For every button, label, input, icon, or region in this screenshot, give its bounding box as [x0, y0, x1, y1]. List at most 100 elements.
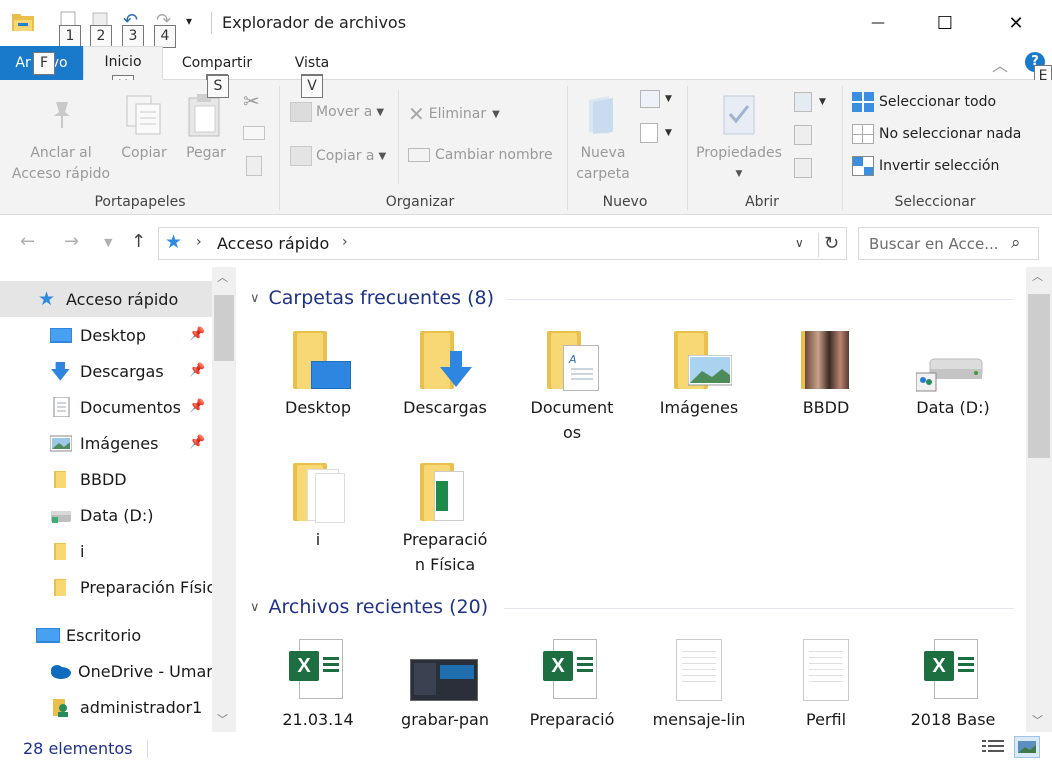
pin-icon[interactable]: 📌: [189, 435, 205, 450]
nav-item-documents[interactable]: Documentos: [0, 389, 212, 425]
nav-item-data-d[interactable]: Data (D:): [0, 497, 212, 533]
new-folder-button[interactable]: Nueva carpeta: [572, 143, 634, 185]
section-collapse-chevron-icon[interactable]: ∨: [250, 291, 260, 306]
folder-app-icon[interactable]: [12, 12, 34, 32]
new-item-icon: [640, 90, 660, 108]
easy-access-button[interactable]: ▼: [640, 123, 672, 143]
nav-item-escritorio[interactable]: Escritorio: [0, 617, 212, 653]
pin-icon[interactable]: 📌: [189, 399, 205, 414]
recent-files-header[interactable]: ∨ Archivos recientes (20): [250, 596, 488, 618]
recent-locations-chevron-icon[interactable]: ▼: [104, 236, 112, 249]
frequent-folder-bbdd[interactable]: BBDD: [771, 325, 881, 420]
nav-item-preparacion-fisica[interactable]: Preparación Física: [0, 569, 212, 605]
nav-item-onedrive[interactable]: OneDrive - Umar: [0, 653, 212, 689]
nav-item-label: i: [80, 541, 85, 561]
paste-shortcut-icon[interactable]: [246, 156, 262, 176]
properties-button[interactable]: Propiedades ▼: [692, 143, 786, 185]
downloads-folder-icon: [390, 325, 500, 395]
nav-item-bbdd[interactable]: BBDD: [0, 461, 212, 497]
qat-customize-icon[interactable]: ▾: [186, 14, 192, 28]
text-file-icon: [644, 635, 754, 707]
history-icon[interactable]: [794, 158, 812, 178]
pin-icon[interactable]: 📌: [189, 327, 205, 342]
breadcrumb-quick-access[interactable]: Acceso rápido: [217, 234, 329, 253]
pin-quick-access-button[interactable]: Anclar al Acceso rápido: [8, 143, 114, 185]
search-icon[interactable]: ⌕: [1011, 233, 1021, 253]
nav-item-downloads[interactable]: 🡇 Descargas: [0, 353, 212, 389]
tab-file-label-start: Ar: [15, 55, 31, 71]
section-collapse-chevron-icon[interactable]: ∨: [250, 600, 260, 615]
tile-label: 21.03.14: [282, 710, 354, 729]
pin-icon[interactable]: 📌: [189, 363, 205, 378]
refresh-icon[interactable]: ↻: [818, 233, 844, 257]
frequent-folders-header[interactable]: ∨ Carpetas frecuentes (8): [250, 287, 494, 309]
content-scrollbar-thumb[interactable]: [1028, 294, 1050, 458]
pin-label-line1: Anclar al: [30, 145, 92, 161]
move-to-button[interactable]: Mover a ▼: [290, 102, 384, 122]
new-item-dropdown-icon: ▼: [665, 94, 672, 104]
delete-button[interactable]: ✕ Eliminar ▼: [408, 102, 500, 126]
search-box[interactable]: Buscar en Acce... ⌕: [858, 227, 1039, 260]
copy-path-icon[interactable]: [243, 126, 265, 140]
scroll-down-chevron-icon[interactable]: ﹀: [1032, 712, 1043, 728]
invert-selection-button[interactable]: Invertir selección: [852, 156, 999, 176]
recent-file-2018-base[interactable]: X 2018 Base: [898, 635, 1008, 732]
recent-file-21-03-14[interactable]: X 21.03.14: [263, 635, 373, 732]
frequent-folder-downloads[interactable]: Descargas: [390, 325, 500, 420]
rename-button[interactable]: Cambiar nombre: [408, 147, 553, 163]
address-history-chevron-icon[interactable]: ∨: [795, 236, 804, 250]
recent-file-preparacion[interactable]: X Preparació: [517, 635, 627, 732]
recent-file-perfil[interactable]: Perfil: [771, 635, 881, 732]
close-button[interactable]: ✕: [993, 0, 1039, 46]
minimize-button[interactable]: —: [855, 0, 901, 46]
ribbon-separator: [842, 86, 843, 210]
recent-file-mensaje-lin[interactable]: mensaje-lin: [644, 635, 754, 732]
nav-item-images[interactable]: Imágenes: [0, 425, 212, 461]
scroll-up-chevron-icon[interactable]: ︿: [1032, 268, 1043, 284]
nav-scrollbar-thumb[interactable]: [214, 295, 234, 361]
keytip-paste: S: [207, 75, 229, 98]
scroll-up-chevron-icon[interactable]: ︿: [217, 269, 228, 285]
nav-item-quick-access[interactable]: ★ Acceso rápido: [0, 281, 212, 317]
quick-access-star-icon: ★: [38, 288, 56, 310]
frequent-folder-documents[interactable]: A Document os: [517, 325, 627, 445]
nav-item-i[interactable]: i: [0, 533, 212, 569]
address-bar[interactable]: ★ › Acceso rápido › ∨: [158, 227, 847, 260]
copy-button[interactable]: Copiar: [118, 143, 170, 164]
move-to-label: Mover a: [316, 104, 373, 120]
edit-icon[interactable]: [794, 125, 812, 145]
cut-icon[interactable]: ✂: [243, 89, 260, 113]
breadcrumb-chevron-icon[interactable]: ›: [342, 234, 348, 250]
forward-arrow-icon[interactable]: →: [64, 231, 79, 252]
select-none-icon: [852, 124, 874, 144]
details-view-icon[interactable]: [982, 738, 1004, 756]
new-item-button[interactable]: ▼: [640, 90, 672, 108]
copy-to-button[interactable]: Copiar a ▼: [290, 146, 386, 166]
frequent-folder-desktop[interactable]: Desktop: [263, 325, 373, 420]
up-arrow-icon[interactable]: ↑: [131, 231, 146, 252]
breadcrumb-chevron-icon[interactable]: ›: [196, 234, 202, 250]
maximize-button[interactable]: ☐: [922, 0, 968, 46]
nav-item-administrador1[interactable]: administrador1: [0, 689, 212, 725]
desktop-icon: [50, 325, 72, 345]
copy-to-label: Copiar a: [316, 148, 375, 164]
select-all-button[interactable]: Seleccionar todo: [852, 92, 996, 112]
frequent-folder-preparacion-fisica[interactable]: Preparació n Física: [390, 457, 500, 577]
back-arrow-icon[interactable]: ←: [20, 231, 35, 252]
frequent-folder-images[interactable]: Imágenes: [644, 325, 754, 420]
collapse-ribbon-icon[interactable]: ︿: [992, 52, 1008, 76]
recent-file-grabar-pan[interactable]: grabar-pan: [390, 635, 500, 732]
scroll-down-chevron-icon[interactable]: ﹀: [217, 711, 228, 727]
search-input[interactable]: Buscar en Acce...: [869, 235, 999, 253]
frequent-folder-data-d[interactable]: Data (D:): [898, 325, 1008, 420]
large-icons-view-icon[interactable]: [1014, 736, 1040, 758]
ribbon-separator: [279, 86, 280, 210]
pin-icon: [46, 98, 78, 134]
frequent-folder-i[interactable]: i: [263, 457, 373, 552]
open-button[interactable]: ▼: [794, 92, 826, 112]
select-none-button[interactable]: No seleccionar nada: [852, 124, 1021, 144]
paste-button[interactable]: Pegar: [180, 143, 232, 164]
nav-item-desktop[interactable]: Desktop: [0, 317, 212, 353]
folder-icon: [50, 577, 72, 597]
copy-icon: [124, 94, 164, 142]
